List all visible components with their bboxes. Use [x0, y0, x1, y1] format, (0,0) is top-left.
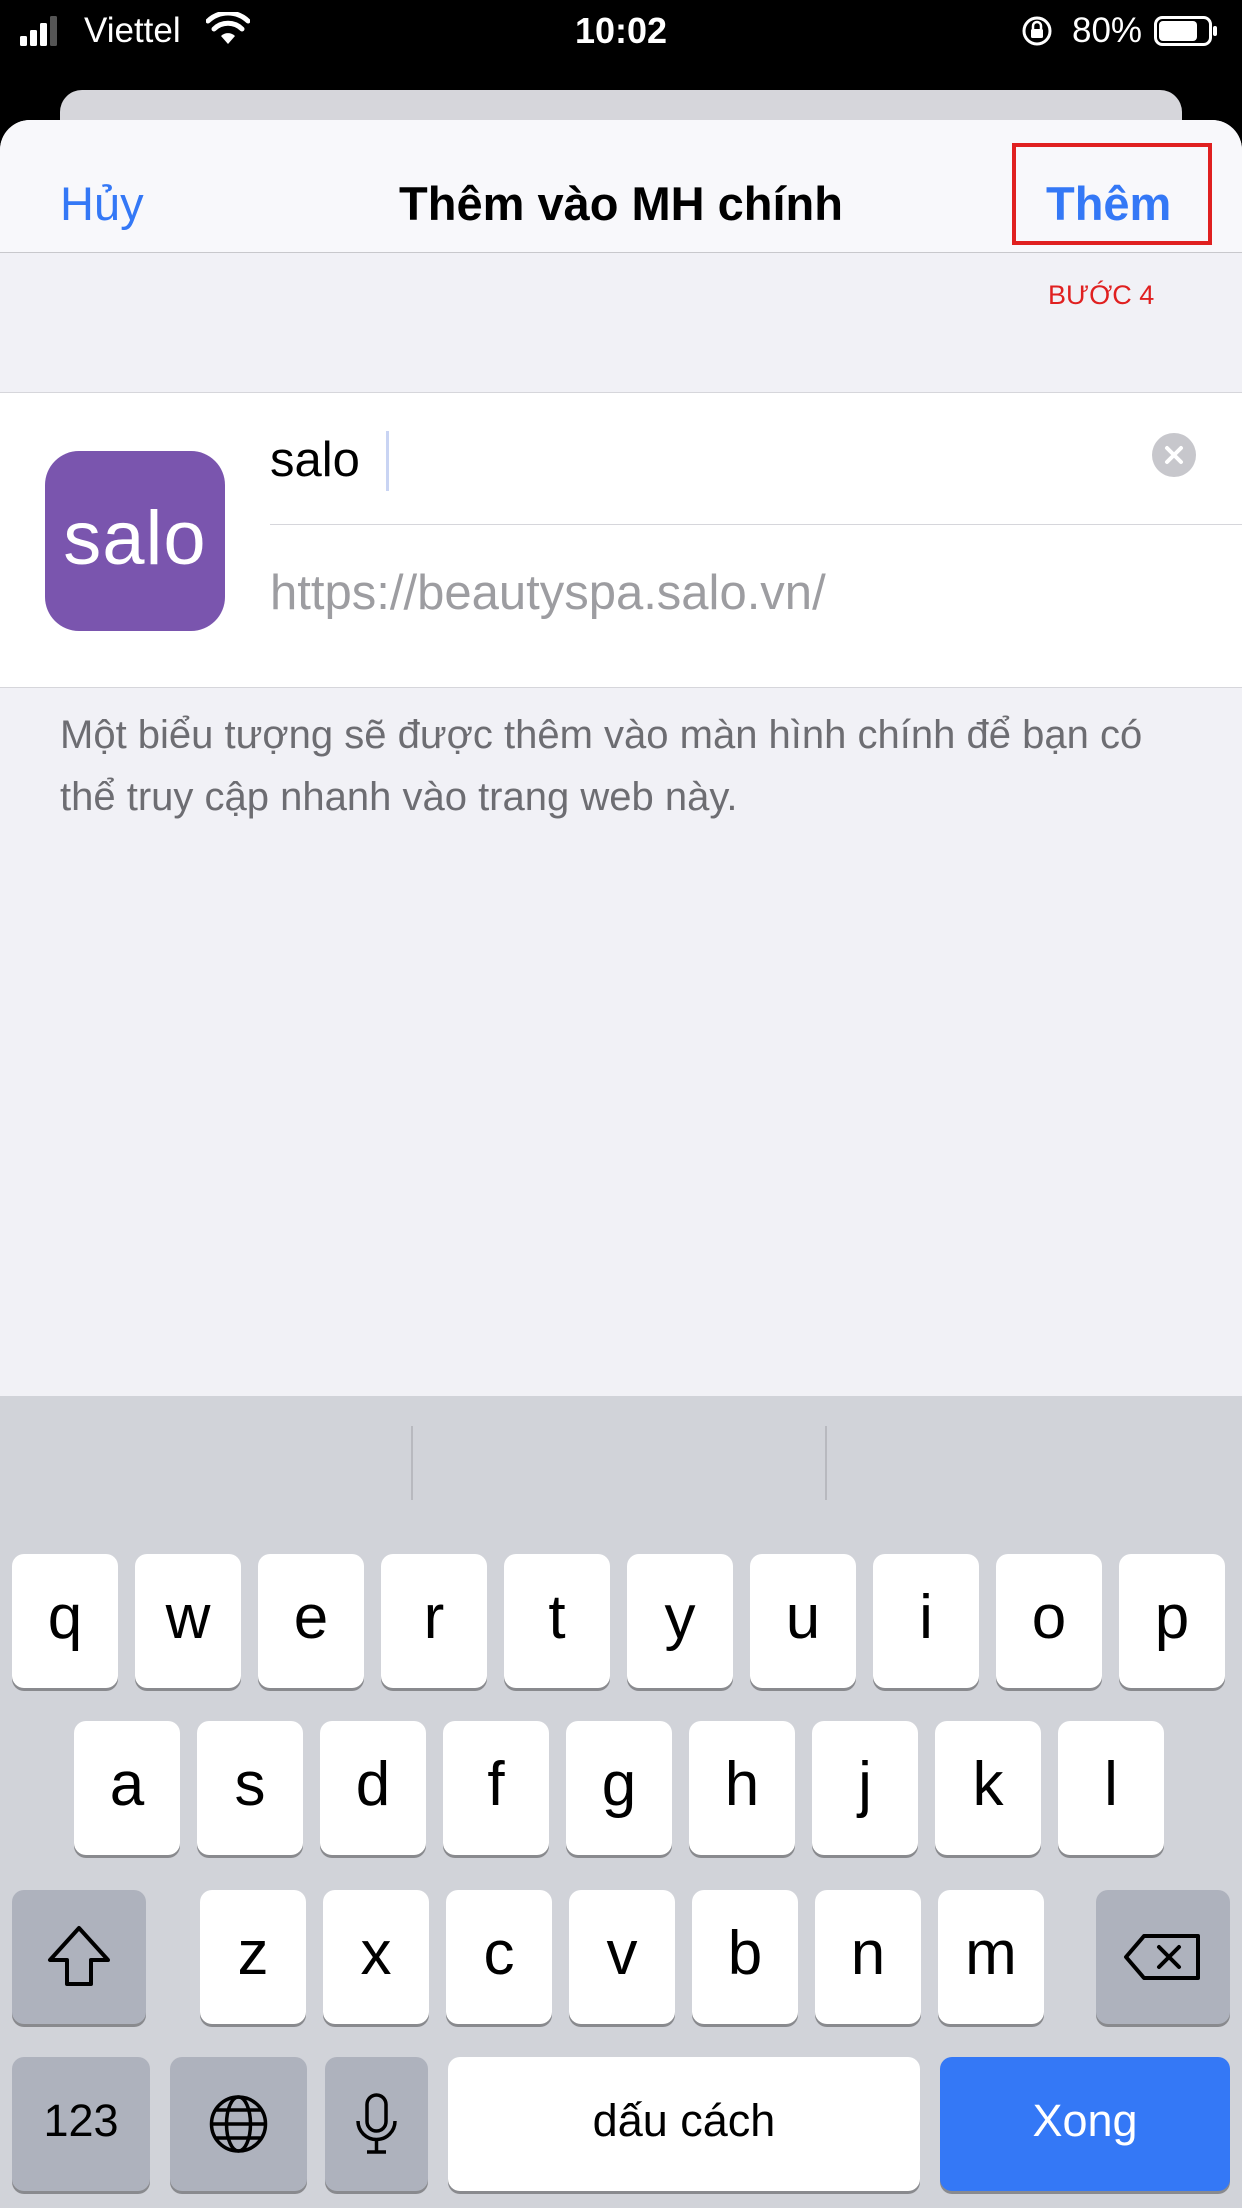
key-b[interactable]: b: [692, 1890, 798, 2024]
key-g[interactable]: g: [566, 1721, 672, 1855]
key-u[interactable]: u: [750, 1554, 856, 1688]
key-s[interactable]: s: [197, 1721, 303, 1855]
key-n[interactable]: n: [815, 1890, 921, 2024]
shift-key[interactable]: [12, 1890, 146, 2024]
key-l[interactable]: l: [1058, 1721, 1164, 1855]
key-a[interactable]: a: [74, 1721, 180, 1855]
key-c[interactable]: c: [446, 1890, 552, 2024]
description-text: Một biểu tượng sẽ được thêm vào màn hình…: [60, 713, 1143, 819]
clock: 10:02: [574, 10, 668, 51]
key-t[interactable]: t: [504, 1554, 610, 1688]
shift-icon: [48, 1926, 110, 1986]
key-m[interactable]: m: [938, 1890, 1044, 2024]
prediction-divider: [411, 1426, 413, 1500]
key-w[interactable]: w: [135, 1554, 241, 1688]
app-icon: salo: [45, 451, 225, 631]
key-d[interactable]: d: [320, 1721, 426, 1855]
keyboard: qwertyuiop asdfghjkl zxcvbnm 123 dấu các…: [0, 1396, 1242, 2208]
key-f[interactable]: f: [443, 1721, 549, 1855]
orientation-lock-icon: [1022, 16, 1052, 46]
clear-text-button[interactable]: [1152, 433, 1196, 477]
globe-key[interactable]: [170, 2057, 307, 2191]
key-z[interactable]: z: [200, 1890, 306, 2024]
text-cursor: [386, 431, 389, 491]
prediction-divider: [825, 1426, 827, 1500]
key-e[interactable]: e: [258, 1554, 364, 1688]
shortcut-form: salo https://beautyspa.salo.vn/: [0, 392, 1242, 688]
key-h[interactable]: h: [689, 1721, 795, 1855]
battery-icon: [1154, 16, 1217, 46]
key-o[interactable]: o: [996, 1554, 1102, 1688]
key-j[interactable]: j: [812, 1721, 918, 1855]
key-i[interactable]: i: [873, 1554, 979, 1688]
status-bar: Viettel 10:02 80%: [0, 0, 1242, 62]
key-y[interactable]: y: [627, 1554, 733, 1688]
dictation-key[interactable]: [325, 2057, 428, 2191]
numbers-key[interactable]: 123: [12, 2057, 150, 2191]
battery-percentage: 80%: [1072, 11, 1143, 50]
clear-icon: [1165, 446, 1183, 464]
key-r[interactable]: r: [381, 1554, 487, 1688]
app-icon-label: salo: [63, 496, 207, 581]
key-k[interactable]: k: [935, 1721, 1041, 1855]
done-key[interactable]: Xong: [940, 2057, 1230, 2191]
microphone-icon: [356, 2093, 397, 2154]
key-p[interactable]: p: [1119, 1554, 1225, 1688]
key-x[interactable]: x: [323, 1890, 429, 2024]
url-label: https://beautyspa.salo.vn/: [270, 566, 826, 620]
shortcut-name-input[interactable]: [270, 423, 1100, 497]
key-q[interactable]: q: [12, 1554, 118, 1688]
field-divider: [270, 524, 1242, 525]
key-v[interactable]: v: [569, 1890, 675, 2024]
backspace-icon: [1124, 1934, 1200, 1980]
step-highlight-box: [1012, 143, 1212, 245]
globe-icon: [209, 2095, 268, 2153]
step-label: BƯỚC 4: [1048, 280, 1155, 310]
space-key[interactable]: dấu cách: [448, 2057, 920, 2191]
backspace-key[interactable]: [1096, 1890, 1230, 2024]
